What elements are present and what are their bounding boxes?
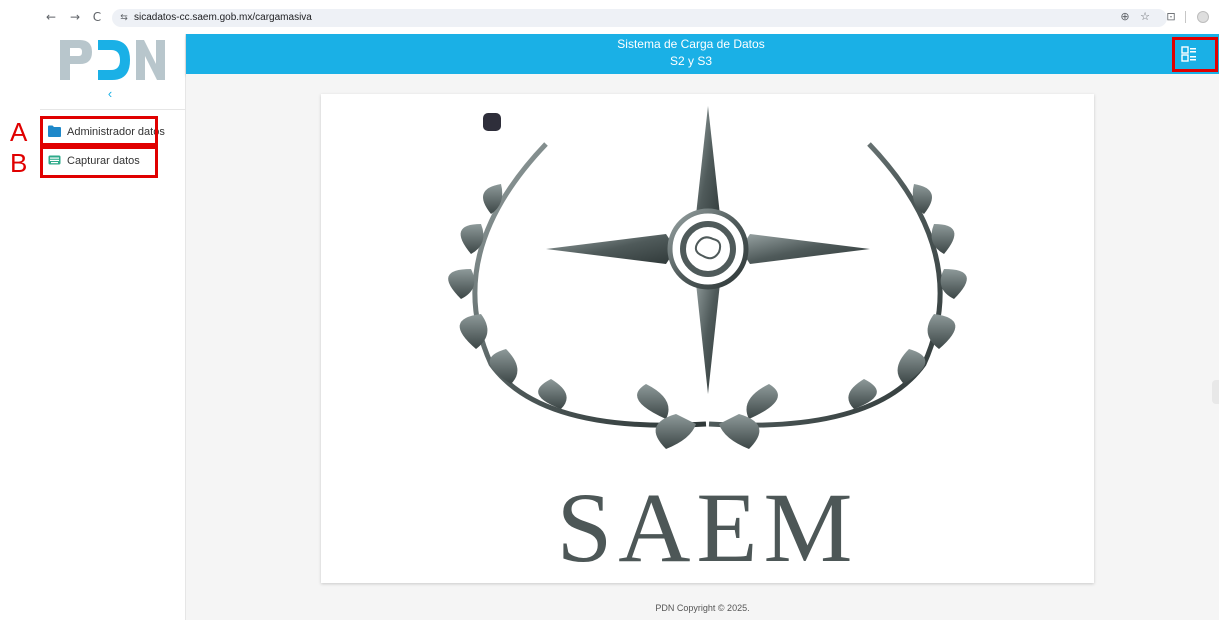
collapse-sidebar-icon[interactable]: ‹ xyxy=(100,86,120,102)
reload-icon[interactable]: C xyxy=(90,10,104,24)
annotation-box-menu xyxy=(1172,37,1218,72)
annotation-box-b xyxy=(40,146,158,178)
star-icon[interactable]: ☆ xyxy=(1138,10,1152,24)
app-header: Sistema de Carga de Datos S2 y S3 xyxy=(186,34,1219,74)
back-icon[interactable]: ← xyxy=(44,10,58,24)
footer-copyright: PDN Copyright © 2025. xyxy=(655,603,750,613)
logo-card: SAEM xyxy=(321,94,1094,583)
sidebar-divider xyxy=(40,109,186,110)
pdn-logo[interactable] xyxy=(58,36,168,82)
forward-icon[interactable]: → xyxy=(68,10,82,24)
annotation-box-a xyxy=(40,116,158,146)
header-subtitle: S2 y S3 xyxy=(669,54,713,68)
profile-avatar[interactable] xyxy=(1197,11,1209,23)
browser-toolbar: ← → C ⇆ sicadatos-cc.saem.gob.mx/cargama… xyxy=(0,0,1219,34)
url-text[interactable]: sicadatos-cc.saem.gob.mx/cargamasiva xyxy=(134,12,312,24)
site-info-icon[interactable]: ⇆ xyxy=(118,12,130,24)
extensions-icon[interactable]: ⊡ xyxy=(1164,10,1178,24)
key-icon[interactable]: ⊕ xyxy=(1118,10,1132,24)
address-bar[interactable]: ⇆ sicadatos-cc.saem.gob.mx/cargamasiva xyxy=(112,9,1167,27)
toolbar-separator xyxy=(1185,11,1186,23)
card-badge-icon[interactable] xyxy=(483,113,501,131)
annotation-label-a: A xyxy=(10,117,28,147)
annotation-label-b: B xyxy=(10,148,28,178)
main-content: SAEM PDN Copyright © 2025. xyxy=(186,74,1219,620)
floating-side-handle[interactable] xyxy=(1212,380,1219,404)
saem-logo-text: SAEM xyxy=(556,472,859,583)
header-title: Sistema de Carga de Datos xyxy=(617,37,765,51)
